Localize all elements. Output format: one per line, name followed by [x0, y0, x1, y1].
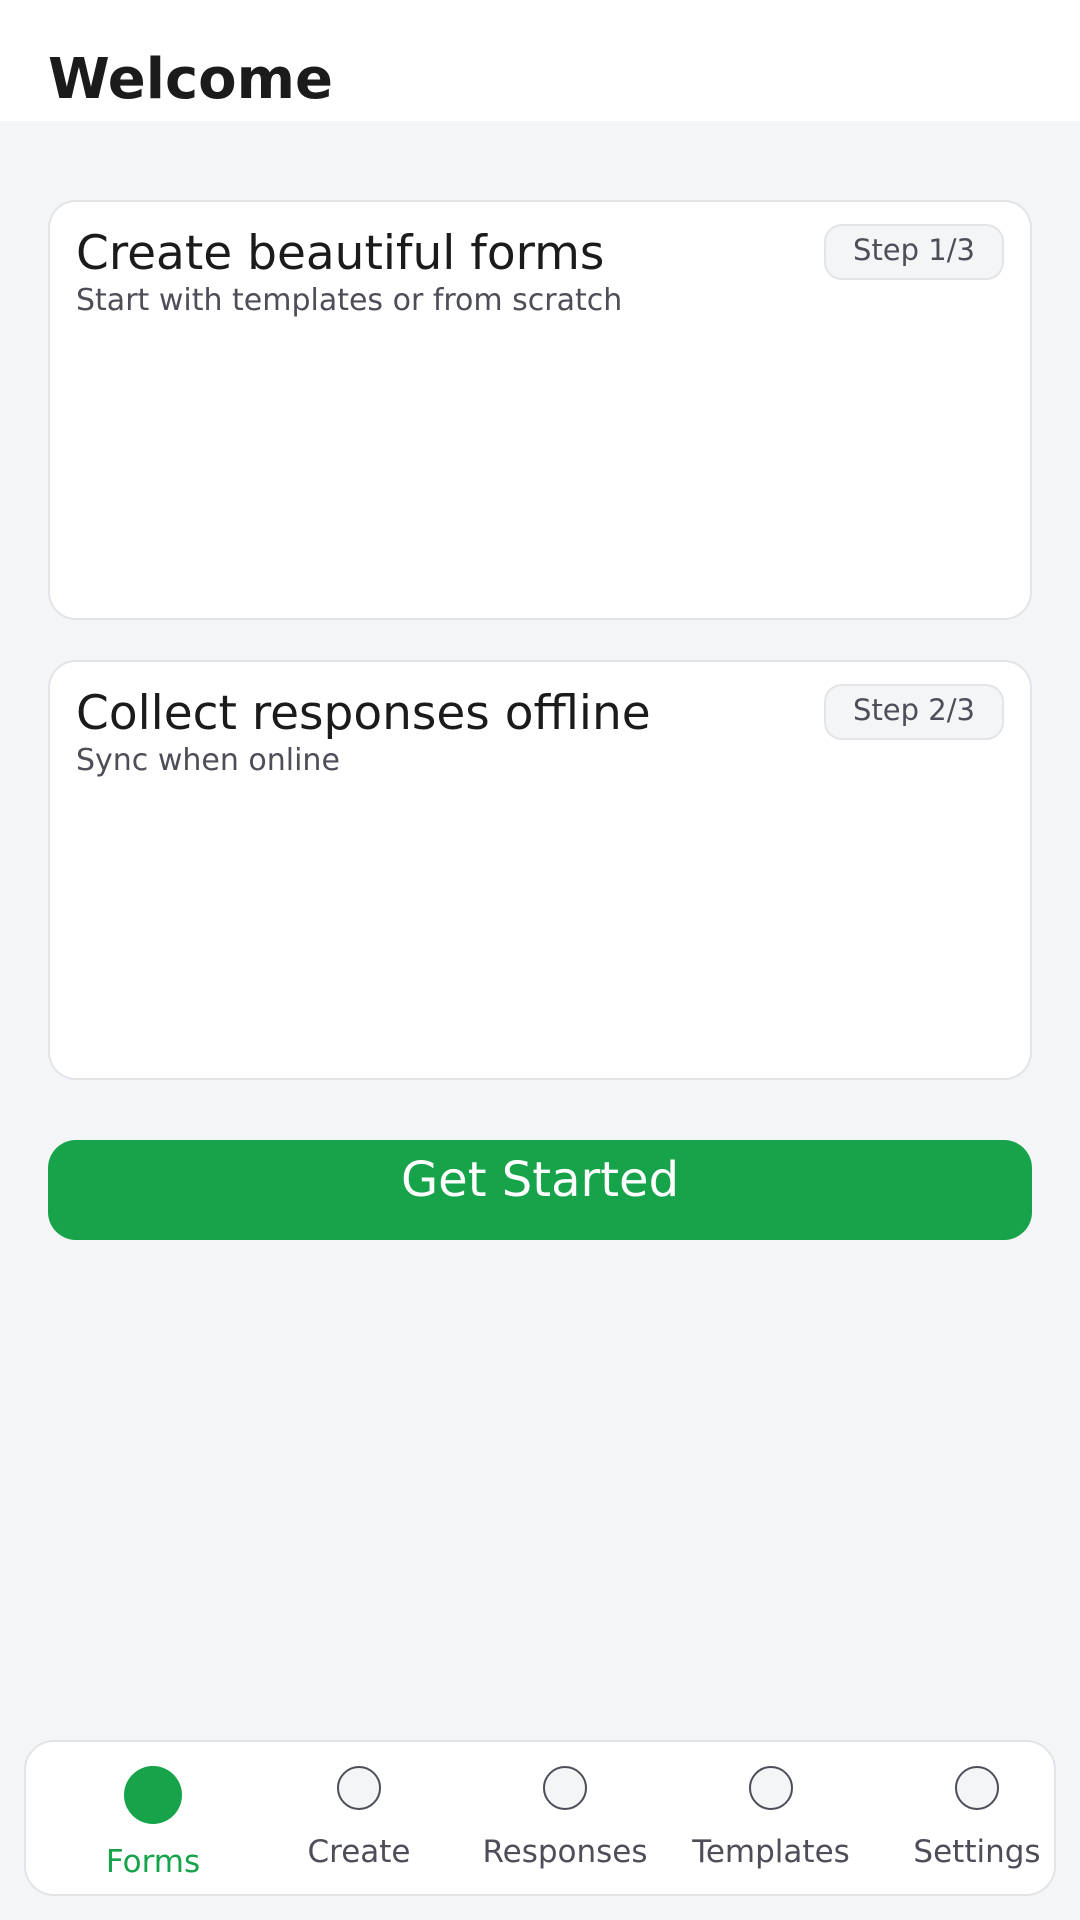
onboarding-card-collect-offline: Collect responses offline Sync when onli…: [48, 660, 1032, 1080]
nav-item-settings[interactable]: Settings: [874, 1742, 1080, 1894]
responses-icon: [543, 1766, 587, 1810]
settings-icon: [955, 1766, 999, 1810]
nav-label: Forms: [105, 1844, 201, 1880]
nav-label: Templates: [692, 1834, 850, 1870]
get-started-label: Get Started: [400, 1152, 680, 1208]
card-title: Collect responses offline: [76, 686, 651, 741]
nav-label: Settings: [913, 1834, 1041, 1870]
forms-icon: [124, 1766, 182, 1824]
step-badge: Step 1/3: [824, 224, 1004, 280]
templates-icon: [749, 1766, 793, 1810]
card-subtitle: Start with templates or from scratch: [76, 283, 623, 318]
onboarding-card-create-forms: Create beautiful forms Start with templa…: [48, 200, 1032, 620]
create-icon: [337, 1766, 381, 1810]
top-app-bar: Welcome: [0, 0, 1080, 121]
card-subtitle: Sync when online: [76, 743, 340, 778]
nav-item-responses[interactable]: Responses: [462, 1742, 668, 1894]
nav-item-create[interactable]: Create: [256, 1742, 462, 1894]
get-started-button[interactable]: Get Started: [48, 1140, 1032, 1240]
page-title: Welcome: [48, 47, 333, 112]
nav-item-forms[interactable]: Forms: [50, 1742, 256, 1894]
step-badge: Step 2/3: [824, 684, 1004, 740]
nav-label: Responses: [482, 1834, 648, 1870]
nav-item-templates[interactable]: Templates: [668, 1742, 874, 1894]
nav-label: Create: [307, 1834, 411, 1870]
bottom-navigation: Forms Create Responses Templates Setting…: [24, 1740, 1056, 1896]
card-title: Create beautiful forms: [76, 226, 605, 281]
